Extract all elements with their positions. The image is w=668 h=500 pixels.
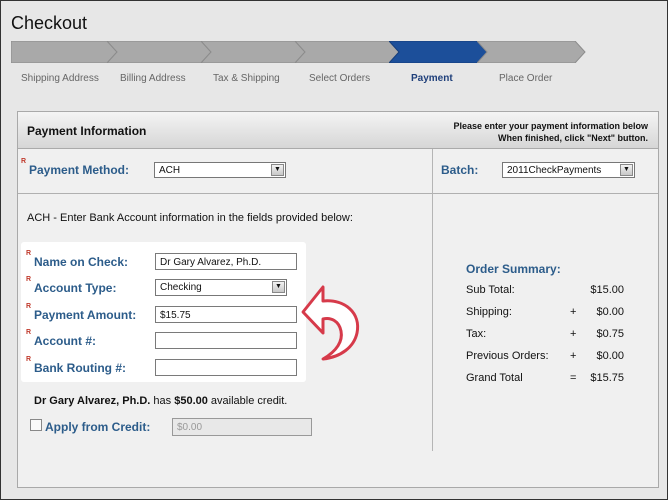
credit-text-end: available credit. xyxy=(207,395,288,407)
required-marker-icon: R xyxy=(26,250,32,257)
chevron-down-icon[interactable]: ▼ xyxy=(272,281,285,293)
account-number-input[interactable] xyxy=(155,332,297,349)
payment-method-value: ACH xyxy=(159,165,181,176)
required-marker-icon: R xyxy=(21,158,27,165)
step-label-place-order[interactable]: Place Order xyxy=(499,73,552,84)
summary-row-subtotal: Sub Total: $15.00 xyxy=(466,284,624,298)
step-label-billing-address[interactable]: Billing Address xyxy=(120,73,186,84)
step-label-select-orders[interactable]: Select Orders xyxy=(309,73,370,84)
summary-row-shipping: Shipping: + $0.00 xyxy=(466,306,624,320)
panel-title: Payment Information xyxy=(27,124,147,138)
account-number-label: Account #: xyxy=(34,334,97,348)
step-billing-address[interactable] xyxy=(107,41,215,63)
required-marker-icon: R xyxy=(26,303,32,310)
account-type-select[interactable]: Checking ▼ xyxy=(155,279,287,296)
summary-row-value: $0.75 xyxy=(596,328,624,340)
summary-row-label: Tax: xyxy=(466,328,487,340)
required-marker-icon: R xyxy=(26,356,32,363)
step-tax-shipping[interactable] xyxy=(201,41,309,63)
credit-customer-name: Dr Gary Alvarez, Ph.D. xyxy=(34,395,151,407)
summary-row-label: Previous Orders: xyxy=(466,350,549,362)
summary-row-op: + xyxy=(570,350,577,362)
payment-method-label: Payment Method: xyxy=(29,163,130,177)
available-credit-text: Dr Gary Alvarez, Ph.D. has $50.00 availa… xyxy=(34,395,287,407)
name-on-check-input[interactable]: Dr Gary Alvarez, Ph.D. xyxy=(155,253,297,270)
step-label-payment[interactable]: Payment xyxy=(411,73,453,84)
batch-select[interactable]: 2011CheckPayments ▼ xyxy=(502,162,635,178)
account-type-value: Checking xyxy=(160,282,202,293)
apply-credit-input: $0.00 xyxy=(172,418,312,436)
chevron-down-icon[interactable]: ▼ xyxy=(271,164,284,176)
summary-row-value: $15.00 xyxy=(590,284,624,296)
summary-row-value: $0.00 xyxy=(596,306,624,318)
routing-number-label: Bank Routing #: xyxy=(34,361,126,375)
summary-row-previous-orders: Previous Orders: + $0.00 xyxy=(466,350,624,364)
summary-row-op: + xyxy=(570,328,577,340)
ach-instructions: ACH - Enter Bank Account information in … xyxy=(27,212,353,224)
batch-label: Batch: xyxy=(441,163,479,177)
summary-row-label: Grand Total xyxy=(466,372,523,384)
summary-row-value: $0.00 xyxy=(596,350,624,362)
step-label-tax-shipping[interactable]: Tax & Shipping xyxy=(213,73,280,84)
chevron-down-icon[interactable]: ▼ xyxy=(620,164,633,176)
column-divider xyxy=(432,149,433,451)
payment-amount-label: Payment Amount: xyxy=(34,308,137,322)
panel-instructions: Please enter your payment information be… xyxy=(453,120,648,144)
batch-value: 2011CheckPayments xyxy=(507,165,602,176)
summary-row-value: $15.75 xyxy=(590,372,624,384)
summary-row-label: Shipping: xyxy=(466,306,512,318)
summary-row-op: + xyxy=(570,306,577,318)
payment-method-select[interactable]: ACH ▼ xyxy=(154,162,286,178)
panel-note-line2: When finished, click "Next" button. xyxy=(497,133,648,143)
name-on-check-label: Name on Check: xyxy=(34,255,129,269)
required-marker-icon: R xyxy=(26,276,32,283)
step-shipping-address[interactable] xyxy=(11,41,119,63)
order-summary-title: Order Summary: xyxy=(466,262,561,276)
routing-number-input[interactable] xyxy=(155,359,297,376)
page-title: Checkout xyxy=(11,13,88,33)
progress-bar xyxy=(11,41,586,63)
summary-row-tax: Tax: + $0.75 xyxy=(466,328,624,342)
summary-row-grand-total: Grand Total = $15.75 xyxy=(466,372,624,386)
account-type-label: Account Type: xyxy=(34,281,117,295)
step-labels: Shipping Address Billing Address Tax & S… xyxy=(1,73,668,87)
apply-credit-checkbox[interactable] xyxy=(30,419,42,431)
credit-amount: $50.00 xyxy=(174,395,208,407)
panel-note-line1: Please enter your payment information be… xyxy=(453,121,648,131)
step-place-order[interactable] xyxy=(477,41,587,63)
apply-credit-label[interactable]: Apply from Credit: xyxy=(45,420,150,434)
window-frame: Checkout Shipping Address Billing Addres… xyxy=(0,0,668,500)
required-marker-icon: R xyxy=(26,329,32,336)
curved-arrow-icon xyxy=(301,285,360,361)
panel-header: Payment Information Please enter your pa… xyxy=(18,112,658,149)
summary-row-label: Sub Total: xyxy=(466,284,515,296)
payment-amount-input[interactable]: $15.75 xyxy=(155,306,297,323)
summary-row-op: = xyxy=(570,372,577,384)
credit-text-mid: has xyxy=(150,395,175,407)
step-select-orders[interactable] xyxy=(295,41,403,63)
step-label-shipping-address[interactable]: Shipping Address xyxy=(21,73,99,84)
